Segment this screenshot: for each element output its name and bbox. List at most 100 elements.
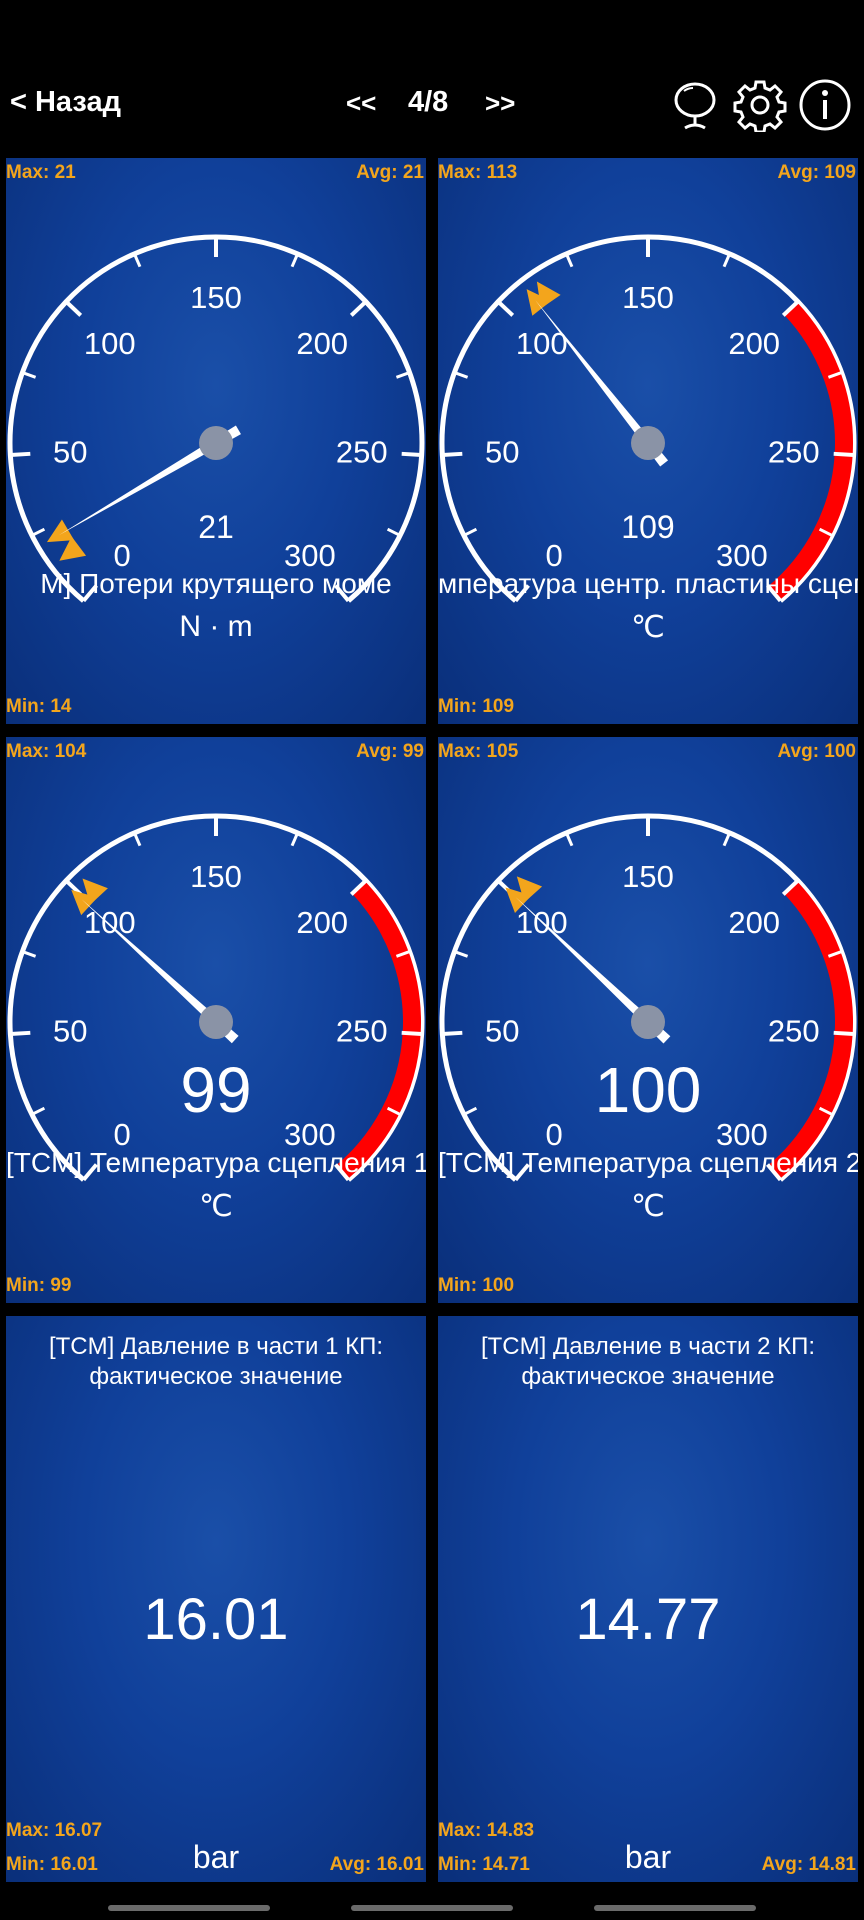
- avg-stat: Avg: 99: [356, 741, 424, 762]
- gauge-hub: [199, 426, 233, 460]
- value-readout: 14.77: [575, 1587, 721, 1652]
- gauge-panel-clutch-temp-1[interactable]: 0 50 100 150 200 250 300 99 Max: 104 Avg: 99 Min: …: [6, 737, 426, 1303]
- max-stat: Max: 21: [6, 162, 76, 183]
- gauge-tick: [401, 451, 422, 457]
- gauge-panel-torque-loss[interactable]: 0 50 100 150 200 250 300 21 Max: 21 Avg: 21 Min: 1…: [6, 158, 426, 724]
- min-stat: Min: 14: [6, 696, 72, 717]
- gauge-unit: ℃: [199, 1190, 233, 1223]
- gauge-scale-label: 50: [485, 434, 519, 469]
- gauge-scale-label: 100: [84, 905, 136, 940]
- gauge-tick: [21, 371, 37, 379]
- gauge-title: [TCM] Температура сцепления 2: [438, 1147, 858, 1178]
- gauge-tick: [463, 1106, 478, 1116]
- value-readout: 16.01: [143, 1587, 289, 1652]
- gauge-tick: [401, 1030, 422, 1036]
- gauge-tick: [21, 950, 37, 958]
- gauge-tick: [442, 451, 463, 457]
- gauge-title: мпература центр. пластины сцеплен: [438, 568, 858, 599]
- gauge-value: 21: [198, 509, 234, 545]
- max-marker-icon: [536, 281, 561, 309]
- gauge-scale-label: 50: [53, 434, 87, 469]
- gauge-scale-label: 150: [622, 859, 674, 894]
- gauge-value: 100: [595, 1054, 702, 1126]
- min-stat: Min: 99: [6, 1275, 72, 1296]
- top-bar: < Назад << 4/8 >>: [0, 60, 864, 152]
- gauge-tick: [453, 950, 469, 958]
- gauge-tick: [133, 832, 142, 847]
- gauge-hub: [199, 1005, 233, 1039]
- gauge-tick: [10, 1030, 31, 1036]
- gauge-unit: ℃: [631, 1190, 665, 1223]
- unit-label: bar: [624, 1839, 672, 1875]
- gauge-scale-label: 50: [485, 1013, 519, 1048]
- gauge-tick: [496, 300, 515, 317]
- next-page-button[interactable]: >>: [485, 88, 515, 119]
- gauge-tick: [290, 832, 299, 847]
- gauge-scale-label: 200: [296, 326, 348, 361]
- max-marker-icon: [46, 519, 75, 543]
- gauge-panel-clutch-temp-2[interactable]: 050100150200250300100Max: 105Avg: 100Min…: [438, 737, 858, 1303]
- gauge-title: [TCM] Температура сцепления 1: [6, 1147, 426, 1178]
- gauge-scale-label: 150: [190, 280, 242, 315]
- gauge-title: M] Потери крутящего моме: [40, 568, 392, 599]
- gauge-hub: [631, 426, 665, 460]
- page-indicator: 4/8: [408, 86, 449, 118]
- gauge-scale-label: 250: [768, 1013, 820, 1048]
- gauge-tick: [722, 253, 731, 268]
- max-stat: Max: 105: [438, 741, 519, 762]
- gauge-tick: [833, 451, 854, 457]
- gauge-tick: [463, 527, 478, 537]
- max-stat: Max: 104: [6, 741, 87, 762]
- min-stat: Min: 109: [438, 696, 515, 717]
- gauge-tick: [833, 1030, 854, 1036]
- gauge-unit: ℃: [631, 611, 665, 644]
- gauge-scale-label: 50: [53, 1013, 87, 1048]
- nav-bar-indicator: [594, 1905, 756, 1911]
- gauge-tick: [453, 371, 469, 379]
- panel-title: [TCM] Давление в части 1 КП: фактическое…: [48, 1333, 384, 1390]
- gauge-value: 99: [180, 1054, 251, 1126]
- gauge-tick: [290, 253, 299, 268]
- gauge-tick: [349, 300, 368, 317]
- gauge-tick: [31, 527, 46, 537]
- gauge-scale-label: 150: [622, 280, 674, 315]
- gauge-hub: [631, 1005, 665, 1039]
- avg-stat: Avg: 109: [777, 162, 857, 183]
- digital-panel-pressure-2[interactable]: [TCM] Давление в части 2 КП: фактическое…: [438, 1316, 858, 1882]
- gauge-scale-label: 200: [728, 326, 780, 361]
- unit-label: bar: [192, 1839, 240, 1875]
- gauge-tick: [442, 1030, 463, 1036]
- max-stat: Max: 113: [438, 162, 518, 183]
- gauge-tick: [386, 527, 401, 537]
- gauge-tick: [722, 832, 731, 847]
- nav-bar-indicator: [108, 1905, 270, 1911]
- gauge-tick: [565, 832, 574, 847]
- gauge-scale-label: 250: [336, 1013, 388, 1048]
- gauge-scale-label: 150: [190, 859, 242, 894]
- gauge-scale-label: 200: [296, 905, 348, 940]
- prev-page-button[interactable]: <<: [346, 88, 376, 119]
- gauge-tick: [133, 253, 142, 268]
- gauge-unit: N · m: [179, 610, 253, 643]
- gauge-tick: [395, 371, 411, 379]
- info-icon[interactable]: [798, 78, 852, 132]
- gauge-scale-label: 250: [336, 434, 388, 469]
- gauge-tick: [10, 451, 31, 457]
- gauge-scale-label: 250: [768, 434, 820, 469]
- back-button[interactable]: < Назад: [10, 86, 121, 119]
- min-stat: Min: 100: [438, 1275, 515, 1296]
- gear-icon[interactable]: [733, 78, 787, 134]
- gauge-value: 109: [621, 509, 674, 545]
- gauge-tick: [565, 253, 574, 268]
- digital-panel-pressure-1[interactable]: [TCM] Давление в части 1 КП: фактическое…: [6, 1316, 426, 1882]
- avg-stat: Avg: 21: [356, 162, 424, 183]
- mirror-icon[interactable]: [668, 78, 722, 132]
- gauge-scale-label: 200: [728, 905, 780, 940]
- gauge-tick: [31, 1106, 46, 1116]
- avg-stat: Avg: 100: [777, 741, 857, 762]
- gauge-scale-label: 100: [84, 326, 136, 361]
- nav-bar-indicator: [351, 1905, 513, 1911]
- panel-title: [TCM] Давление в части 2 КП: фактическое…: [480, 1333, 816, 1390]
- gauge-panel-clutch-plate-temp[interactable]: 0 50 100 150 200 250 300 109 Max: 113 Avg: 109 Min…: [438, 158, 858, 724]
- gauge-tick: [64, 300, 83, 317]
